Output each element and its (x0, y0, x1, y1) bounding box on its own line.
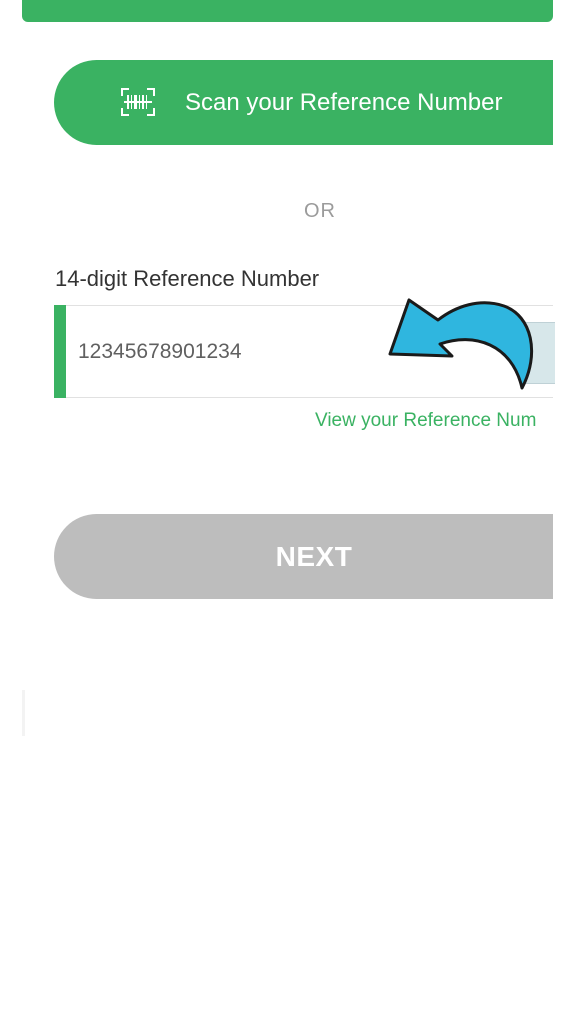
scan-reference-button[interactable]: Scan your Reference Number (54, 60, 553, 145)
next-button-label: NEXT (275, 541, 353, 572)
faint-divider (22, 690, 25, 736)
reference-number-label: 14-digit Reference Number (55, 266, 320, 291)
next-button[interactable]: NEXT (54, 514, 553, 599)
barcode-scan-icon (121, 88, 155, 116)
top-green-bar (22, 0, 553, 22)
curved-arrow-pointer-icon (388, 298, 534, 390)
scan-button-label: Scan your Reference Number (185, 89, 503, 116)
reference-number-input[interactable] (78, 306, 378, 397)
field-focus-accent (54, 305, 66, 398)
or-separator: OR (304, 200, 336, 222)
view-reference-number-link[interactable]: View your Reference Num (315, 410, 553, 432)
